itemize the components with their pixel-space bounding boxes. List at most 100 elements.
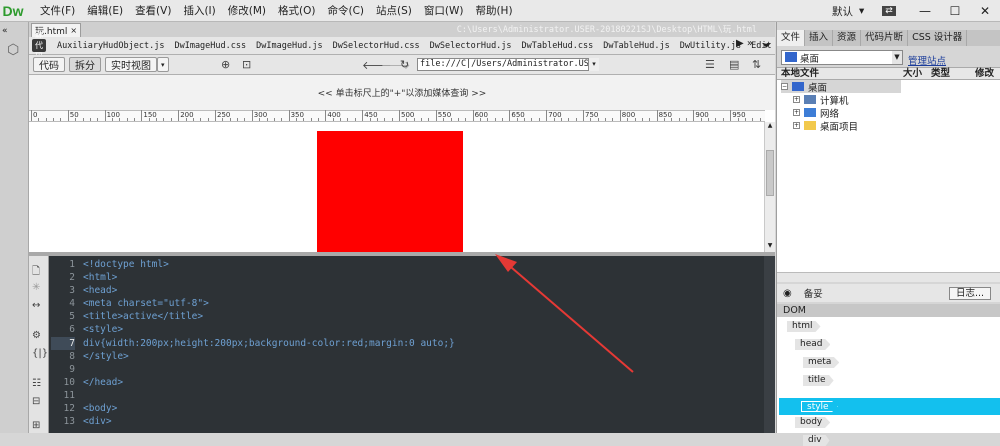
address-field[interactable]: file:///C|/Users/Administrator.USER-20	[417, 58, 599, 71]
tree-item-desktop-items[interactable]: + 桌面项目	[793, 119, 858, 133]
code-line[interactable]: </head>	[83, 376, 455, 389]
menu-view[interactable]: 查看(V)	[129, 0, 177, 22]
balance-braces-icon[interactable]: {|}	[32, 348, 48, 359]
close-button[interactable]: ✕	[970, 0, 1000, 22]
code-line[interactable]: <!doctype html>	[83, 258, 455, 271]
tab-snippets[interactable]: 代码片断	[861, 30, 909, 46]
related-file[interactable]: AuxiliaryHudObject.js	[52, 41, 169, 51]
highlight-invalid-icon[interactable]: ⊟	[32, 396, 40, 407]
red-div-preview[interactable]	[317, 131, 463, 252]
tree-item-network[interactable]: + 网络	[793, 106, 839, 120]
code-line[interactable]: <head>	[83, 284, 455, 297]
dom-node-title[interactable]: title	[803, 375, 834, 386]
collapse-tag-icon[interactable]: ✳	[32, 282, 40, 293]
code-line[interactable]: </style>	[83, 350, 455, 363]
live-view-button[interactable]: 实时视图	[105, 57, 157, 72]
related-file[interactable]: DwSelectorHud.js	[425, 41, 517, 51]
related-file[interactable]: DwTableHud.css	[517, 41, 599, 51]
split-view-button[interactable]: 拆分	[69, 57, 101, 72]
code-line[interactable]: <title>active</title>	[83, 310, 455, 323]
collapse-icon[interactable]: «	[2, 26, 8, 36]
expand-icon[interactable]: +	[793, 96, 800, 103]
menu-format[interactable]: 格式(O)	[272, 0, 321, 22]
format-source-icon[interactable]: ☰	[705, 58, 715, 71]
dom-node-div[interactable]: div	[803, 435, 830, 446]
tree-item-desktop[interactable]: − 桌面	[781, 80, 901, 94]
log-button[interactable]: 日志...	[948, 287, 991, 300]
comment-icon[interactable]: ⊞	[32, 420, 40, 431]
refresh-icon[interactable]: ↻	[400, 58, 409, 71]
open-documents-icon[interactable]: 🗋	[32, 264, 40, 281]
design-vertical-scrollbar[interactable]: ▲ ▼	[764, 122, 775, 252]
code-line[interactable]: <body>	[83, 402, 455, 415]
code-line[interactable]: div{width:200px;height:200px;background-…	[83, 337, 455, 350]
inspect-icon[interactable]: ⊕	[221, 58, 230, 71]
col-modified[interactable]: 修改	[975, 68, 994, 80]
horizontal-ruler[interactable]: 0 50 100 150 200 250 300 350 400 450 500 550 600 650 7…	[29, 110, 765, 122]
code-line[interactable]: <div>	[83, 415, 455, 428]
col-local-files[interactable]: 本地文件	[781, 68, 819, 80]
code-vertical-scrollbar[interactable]	[764, 256, 775, 433]
code-line[interactable]: <style>	[83, 323, 455, 336]
collapse-icon[interactable]: −	[781, 83, 788, 90]
col-size[interactable]: 大小	[903, 68, 922, 80]
menu-insert[interactable]: 插入(I)	[177, 0, 221, 22]
code-line[interactable]	[83, 389, 455, 402]
expand-all-icon[interactable]: ↔	[32, 300, 40, 311]
minimize-button[interactable]: —	[910, 0, 940, 22]
source-code-button[interactable]: 源代码	[32, 30, 46, 61]
dom-node-style[interactable]: style	[801, 401, 838, 412]
code-line[interactable]	[83, 363, 455, 376]
device-icon[interactable]: ⊡	[242, 58, 251, 71]
related-file[interactable]: DwTableHud.js	[598, 41, 675, 51]
close-tab-icon[interactable]: ×	[70, 26, 77, 35]
menu-site[interactable]: 站点(S)	[370, 0, 418, 22]
dom-node-meta[interactable]: meta	[803, 357, 840, 368]
col-type[interactable]: 类型	[931, 68, 950, 80]
design-view[interactable]: << 单击标尺上的"+"以添加媒体查询 >> 0 50 100 150 200 250 30…	[29, 75, 775, 252]
scroll-thumb[interactable]	[766, 150, 774, 196]
cube-icon[interactable]: ⬡	[7, 42, 19, 58]
address-dropdown[interactable]: ▾	[588, 58, 599, 71]
files-horizontal-scrollbar[interactable]	[777, 272, 1000, 282]
menu-commands[interactable]: 命令(C)	[321, 0, 370, 22]
expand-icon[interactable]: +	[793, 122, 800, 129]
code-view[interactable]: 🗋 ✳ ↔ ⚙ {|} ☷ ⊟ ⊞ 1 2 3 4 5 6 7 8 9 10 11 12 13 <!do…	[29, 256, 775, 433]
connect-icon[interactable]: ◉	[783, 288, 792, 299]
code-view-button[interactable]: 代码	[33, 57, 65, 72]
scroll-down-icon[interactable]: ▼	[765, 242, 775, 252]
code-editor[interactable]: <!doctype html> <html> <head> <meta charset…	[83, 258, 455, 428]
maximize-button[interactable]: ☐	[940, 0, 970, 22]
site-select[interactable]: 桌面 ▼	[781, 50, 903, 65]
code-line[interactable]: <meta charset="utf-8">	[83, 297, 455, 310]
media-query-bar[interactable]: << 单击标尺上的"+"以添加媒体查询 >>	[29, 75, 775, 110]
filter-icon[interactable]: ⏷	[762, 39, 771, 53]
related-file[interactable]: DwImageHud.css	[169, 41, 251, 51]
page-options-icon[interactable]: ▤	[729, 58, 739, 71]
menu-edit[interactable]: 编辑(E)	[81, 0, 129, 22]
tab-files[interactable]: 文件	[777, 30, 806, 46]
menu-help[interactable]: 帮助(H)	[469, 0, 518, 22]
menu-window[interactable]: 窗口(W)	[418, 0, 470, 22]
sync-icon[interactable]: ⇄	[882, 6, 896, 16]
scroll-up-icon[interactable]: ▲	[765, 122, 775, 132]
line-numbers-icon[interactable]: ☷	[32, 378, 41, 389]
dom-node-head[interactable]: head	[795, 339, 831, 350]
code-line[interactable]: <html>	[83, 271, 455, 284]
manage-sites-link[interactable]: 管理站点	[908, 53, 946, 67]
related-file[interactable]: DwSelectorHud.css	[328, 41, 425, 51]
dom-node-html[interactable]: html	[787, 321, 821, 332]
workspace-switcher[interactable]: 默认 ▾ ⇄	[832, 0, 896, 22]
tab-assets[interactable]: 资源	[833, 30, 862, 46]
sort-icon[interactable]: ⇅	[752, 58, 761, 71]
menu-file[interactable]: 文件(F)	[34, 0, 81, 22]
tab-insert[interactable]: 插入	[805, 30, 834, 46]
dom-node-body[interactable]: body	[795, 417, 831, 428]
related-file[interactable]: DwImageHud.js	[251, 41, 328, 51]
live-view-dropdown[interactable]: ▾	[157, 57, 169, 72]
select-parent-icon[interactable]: ⚙	[32, 330, 41, 341]
dom-panel-title[interactable]: DOM	[777, 304, 1000, 317]
scroll-right-icon[interactable]: ▶ »	[736, 38, 753, 49]
tree-item-computer[interactable]: + 计算机	[793, 93, 849, 107]
expand-icon[interactable]: +	[793, 109, 800, 116]
